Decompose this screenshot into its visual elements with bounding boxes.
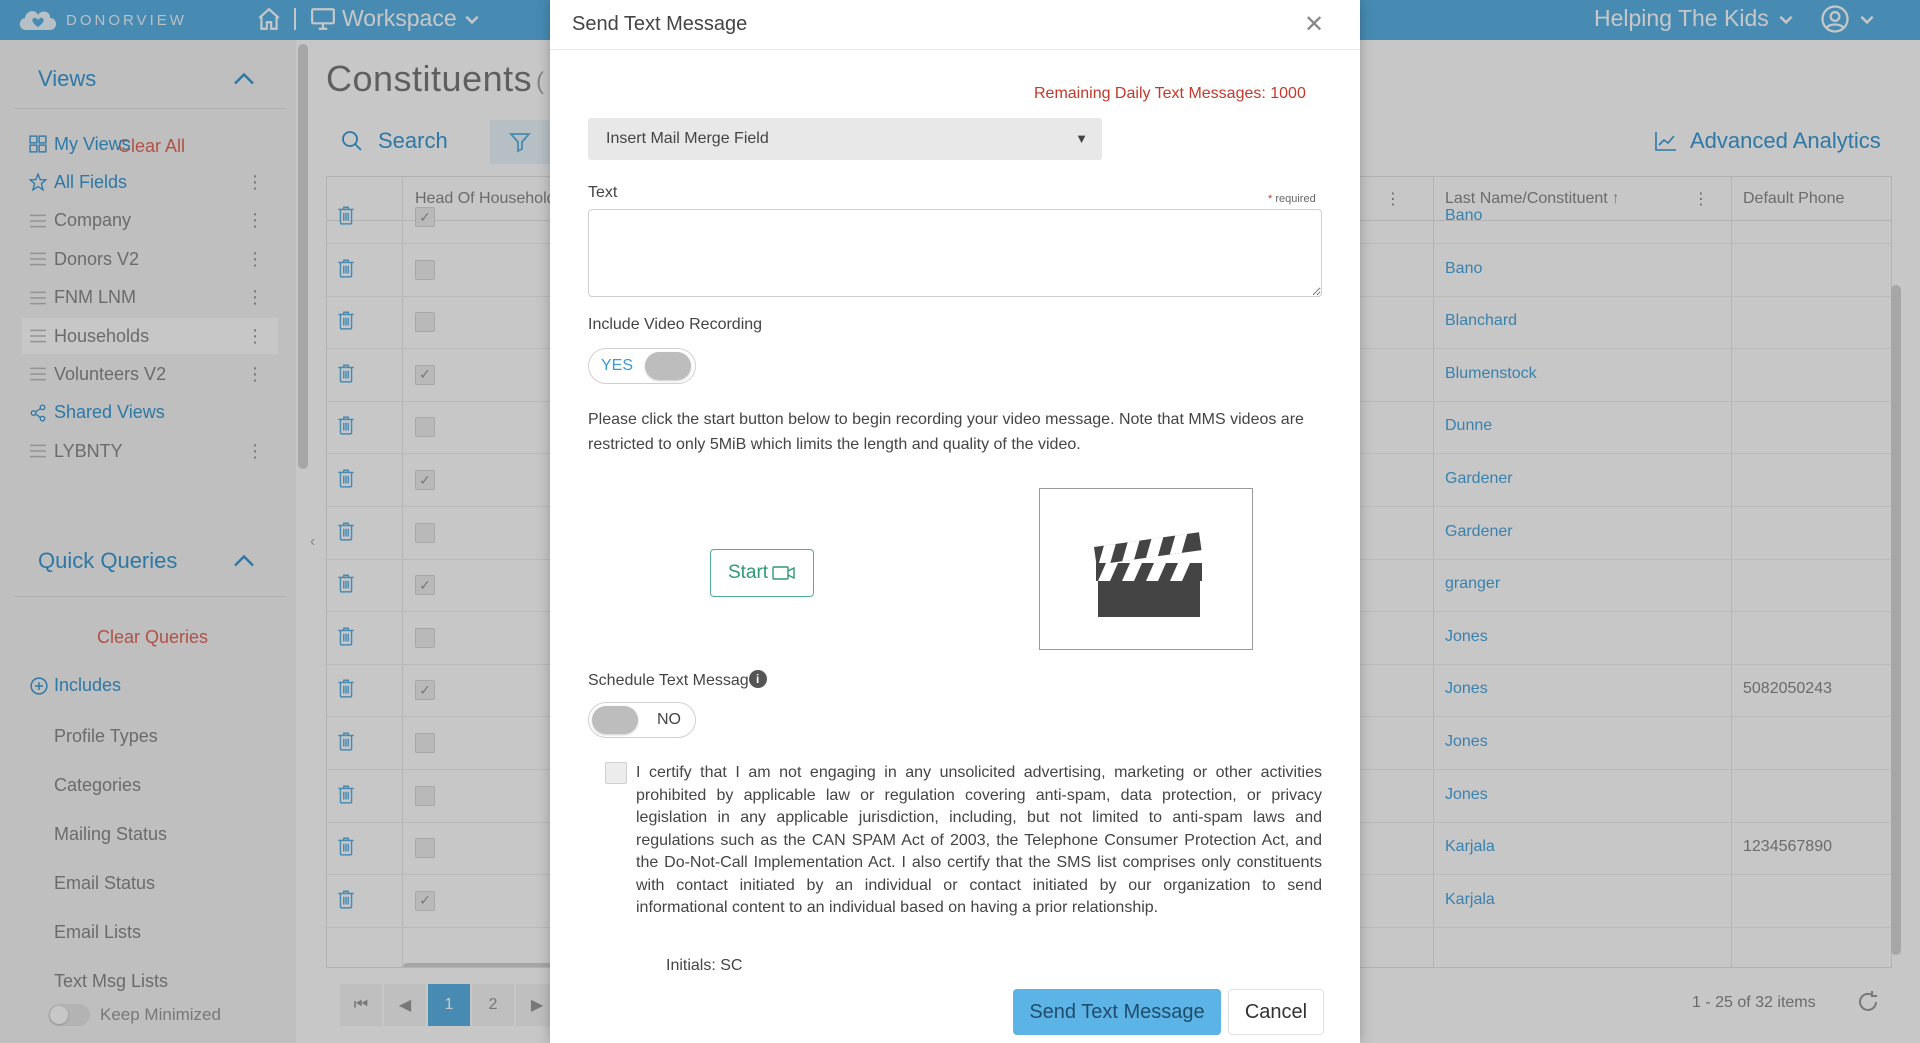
toggle-yes-text: YES xyxy=(601,357,634,374)
schedule-toggle[interactable]: NO xyxy=(588,702,696,738)
toggle-knob xyxy=(592,706,638,734)
cancel-button[interactable]: Cancel xyxy=(1228,989,1324,1035)
schedule-label-text: Schedule Text Messag xyxy=(588,672,749,689)
mail-merge-value: Insert Mail Merge Field xyxy=(606,130,769,147)
certify-checkbox[interactable] xyxy=(605,762,627,784)
dialog-header: Send Text Message ✕ xyxy=(550,0,1360,50)
start-label: Start xyxy=(727,562,769,583)
send-text-message-button[interactable]: Send Text Message xyxy=(1013,989,1221,1035)
include-video-toggle[interactable]: YES xyxy=(588,348,696,384)
mail-merge-select[interactable]: Insert Mail Merge Field ▼ xyxy=(588,118,1102,160)
clapperboard-icon xyxy=(1094,532,1202,617)
caret-down-icon: ▼ xyxy=(1075,131,1088,146)
required-word: required xyxy=(1275,193,1316,205)
start-recording-button[interactable]: Start xyxy=(710,549,814,597)
schedule-label: Schedule Text Messag i xyxy=(588,670,767,690)
send-text-message-dialog: Send Text Message ✕ Remaining Daily Text… xyxy=(550,0,1360,1043)
remaining-messages: Remaining Daily Text Messages: 1000 xyxy=(1034,85,1306,102)
include-video-label: Include Video Recording xyxy=(588,316,763,333)
dialog-title: Send Text Message xyxy=(572,13,748,35)
video-instructions: Please click the start button below to b… xyxy=(588,411,1304,453)
certification-text: I certify that I am not engaging in any … xyxy=(636,764,1322,916)
video-camera-icon xyxy=(772,566,795,580)
toggle-knob xyxy=(645,352,691,380)
close-icon[interactable]: ✕ xyxy=(1304,10,1324,39)
video-preview xyxy=(1039,488,1253,650)
toggle-no-text: NO xyxy=(657,711,681,728)
initials: Initials: SC xyxy=(666,957,743,974)
required-indicator: * required xyxy=(1268,193,1316,205)
text-label: Text xyxy=(588,184,618,201)
required-star: * xyxy=(1268,193,1273,205)
info-icon[interactable]: i xyxy=(748,670,767,688)
text-message-input[interactable] xyxy=(588,209,1322,297)
